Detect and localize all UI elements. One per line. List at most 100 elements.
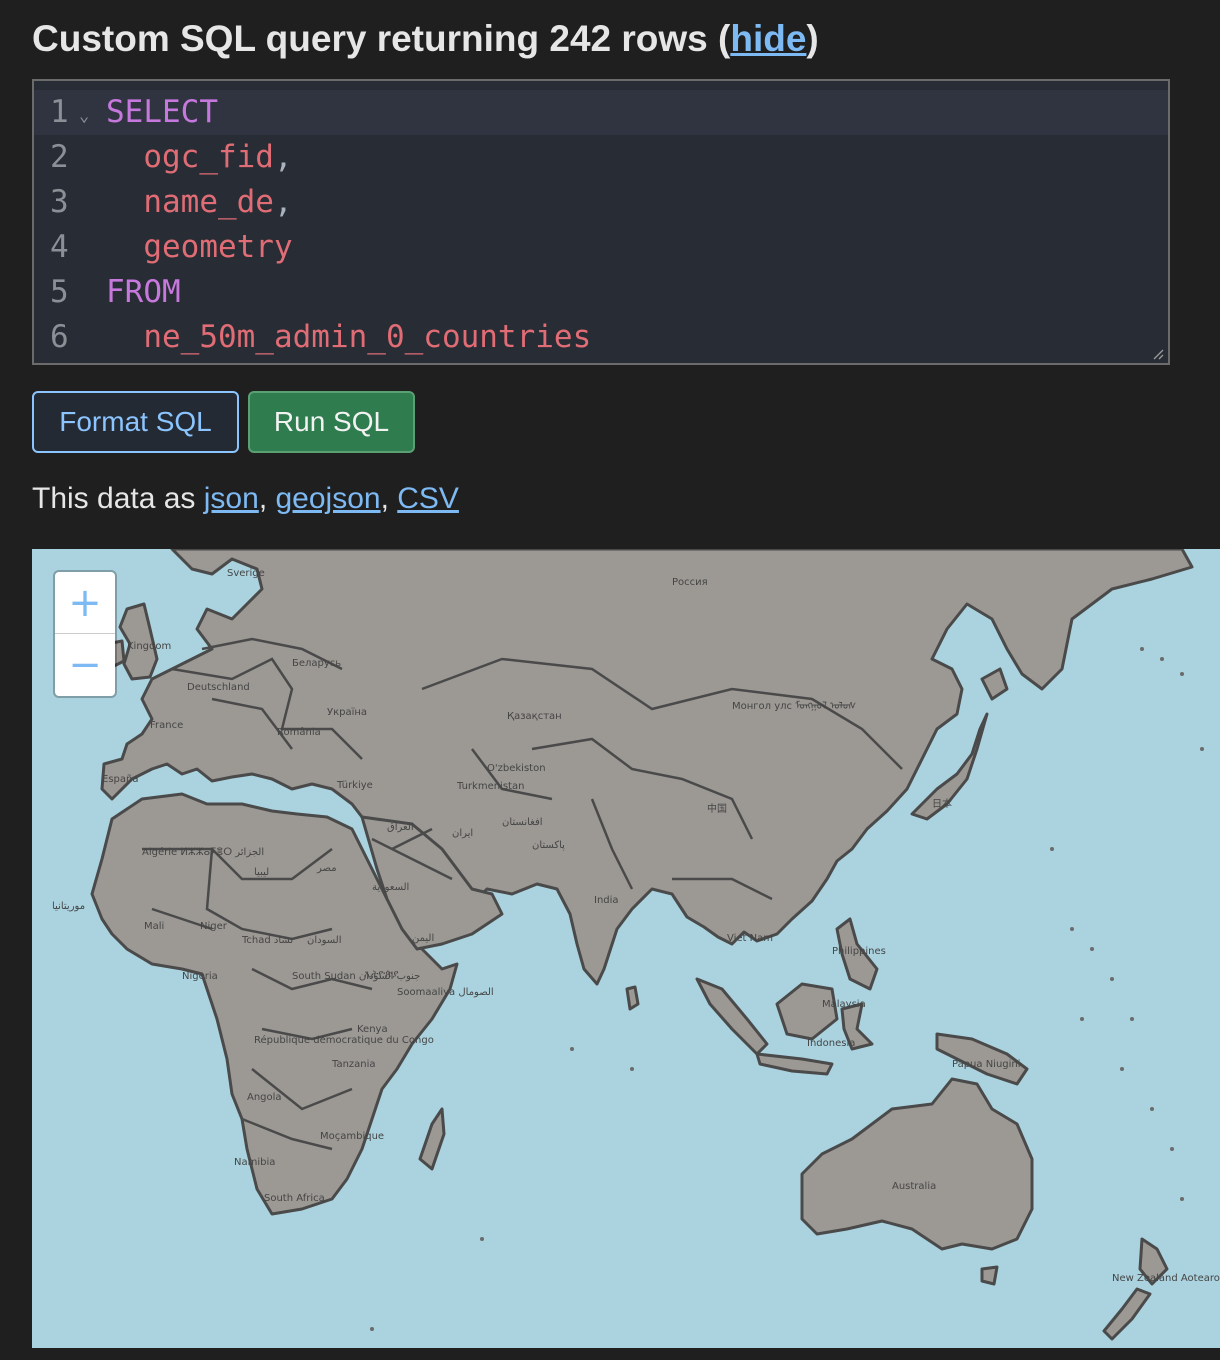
map-country-label: 日本 (932, 797, 952, 810)
map-country-label: Viet Nam (727, 933, 773, 944)
map-country-label: Kenya (357, 1024, 388, 1035)
map-country-label: Mali (144, 921, 164, 932)
code-token: name_de (143, 184, 274, 220)
map-country-label: العراق (387, 822, 414, 833)
japan-hokkaido (980, 667, 1009, 701)
page-title: Custom SQL query returning 242 rows (hid… (32, 18, 819, 59)
map-country-label: Australia (892, 1181, 936, 1192)
code-token: SELECT (106, 94, 218, 130)
code-token: ne_50m_admin_0_countries (143, 319, 592, 355)
java (755, 1052, 834, 1076)
editor-line[interactable]: 6 ne_50m_admin_0_countries (34, 315, 1168, 360)
code-token: , (273, 184, 293, 220)
map-country-label: România (277, 726, 321, 738)
map-country-label: New Zealand Aotearoa (1112, 1273, 1220, 1284)
map-country-label: South Africa (264, 1193, 325, 1204)
map-country-label: Tchad تشاد (241, 935, 293, 946)
run-sql-button[interactable]: Run SQL (248, 391, 415, 453)
editor-line[interactable]: 1 ⌄ SELECT (34, 90, 1168, 135)
map-country-label: Kingdom (127, 641, 171, 652)
map-country-label: Turkmenistan (456, 781, 524, 792)
new-zealand-south (1102, 1287, 1152, 1341)
map-canvas[interactable]: Россия Sverige Kingdom Беларусь Deutschland У… (32, 549, 1220, 1348)
map-country-label: 中国 (707, 802, 727, 815)
fold-chevron-icon[interactable]: ⌄ (79, 94, 89, 139)
zoom-out-button[interactable]: − (55, 634, 115, 695)
map-country-label: Namibia (234, 1157, 275, 1168)
editor-line[interactable]: 2 ogc_fid, (34, 135, 1168, 180)
line-number: 4 (50, 229, 69, 265)
map-country-label: Malaysia (822, 999, 866, 1010)
map-country-label: Niger (200, 921, 228, 932)
editor-line[interactable]: 4 geometry (34, 225, 1168, 270)
australia (800, 1077, 1034, 1251)
map-country-label: Россия (672, 577, 708, 588)
code-text: ogc_fid, (106, 135, 293, 180)
line-number: 6 (50, 319, 69, 355)
map-country-label: مصر (316, 863, 337, 874)
map-country-label: ایران (452, 828, 473, 839)
line-number: 2 (50, 139, 69, 175)
map-country-label: Soomaaliya الصومال (397, 987, 494, 998)
tasmania (980, 1265, 999, 1286)
map-country-label: Монгол улс ᠮᠣᠩᠭᠣᠯ ᠤᠯᠤᠰ (732, 700, 856, 712)
line-number: 3 (50, 184, 69, 220)
editor-line[interactable]: 3 name_de, (34, 180, 1168, 225)
editor-line[interactable]: 5 FROM (34, 270, 1168, 315)
map-country-label: Қазақстан (507, 711, 562, 722)
sri-lanka (625, 985, 640, 1011)
map-country-label: India (594, 895, 619, 906)
code-token: geometry (143, 229, 293, 265)
line-number: 1 (50, 94, 69, 130)
map-country-label: السعودية (372, 882, 409, 893)
map-country-label: Algérie ⵍⵣⵣⴰⵢⴻⵔ الجزائر (142, 846, 264, 858)
map-country-label: اليمن (412, 933, 434, 944)
code-text: name_de, (106, 180, 293, 225)
map-country-label: España (102, 774, 138, 785)
zoom-in-button[interactable]: + (55, 572, 115, 634)
map-country-label: Nigeria (182, 971, 218, 982)
code-token: ogc_fid (143, 139, 274, 175)
map-country-label: France (150, 720, 183, 731)
map-country-label: Angola (247, 1092, 282, 1103)
export-json-link[interactable]: json (204, 482, 259, 515)
map-country-label: Philippines (832, 946, 886, 957)
map-country-label: Deutschland (187, 682, 250, 693)
map-country-label: Türkiye (336, 780, 373, 791)
map-country-label: السودان (307, 935, 342, 946)
zoom-control: + − (53, 570, 117, 698)
map-country-label: پاکستان (532, 840, 565, 851)
code-text: SELECT (106, 90, 218, 135)
map-country-label: Україна (327, 707, 367, 718)
sql-editor[interactable]: 1 ⌄ SELECT 2 ogc_fid, 3 name_de, 4 geometry 5 F… (32, 79, 1170, 365)
map-country-label: افغانستان (502, 817, 543, 828)
map-country-label: Moçambique (320, 1131, 384, 1142)
line-number: 5 (50, 274, 69, 310)
code-token: FROM (106, 274, 181, 310)
map-country-label: O'zbekiston (487, 763, 546, 774)
map-country-label: Papua Niugini (952, 1059, 1021, 1070)
map-country-label: South Sudan جنوب السودان (292, 971, 420, 982)
format-sql-button[interactable]: Format SQL (32, 391, 239, 453)
export-links: This data as json, geojson, CSV (32, 482, 459, 515)
resize-grip-icon[interactable] (1152, 348, 1164, 360)
map-country-label: Tanzania (331, 1059, 376, 1070)
code-text: geometry (106, 225, 293, 270)
map-country-label: Sverige (227, 568, 265, 579)
code-token: , (273, 139, 293, 175)
map-country-label: République démocratique du Congo (254, 1034, 434, 1046)
export-geojson-link[interactable]: geojson (275, 482, 380, 515)
madagascar (418, 1107, 446, 1171)
map-country-label: ليبيا (254, 867, 269, 878)
map[interactable]: Россия Sverige Kingdom Беларусь Deutschland У… (32, 549, 1220, 1348)
code-text: FROM (106, 270, 181, 315)
map-country-label: Indonesia (807, 1038, 855, 1049)
hide-sql-link[interactable]: hide (730, 18, 806, 59)
map-country-label: موريتانيا (52, 901, 85, 912)
export-csv-link[interactable]: CSV (397, 482, 459, 515)
borneo (775, 982, 839, 1041)
